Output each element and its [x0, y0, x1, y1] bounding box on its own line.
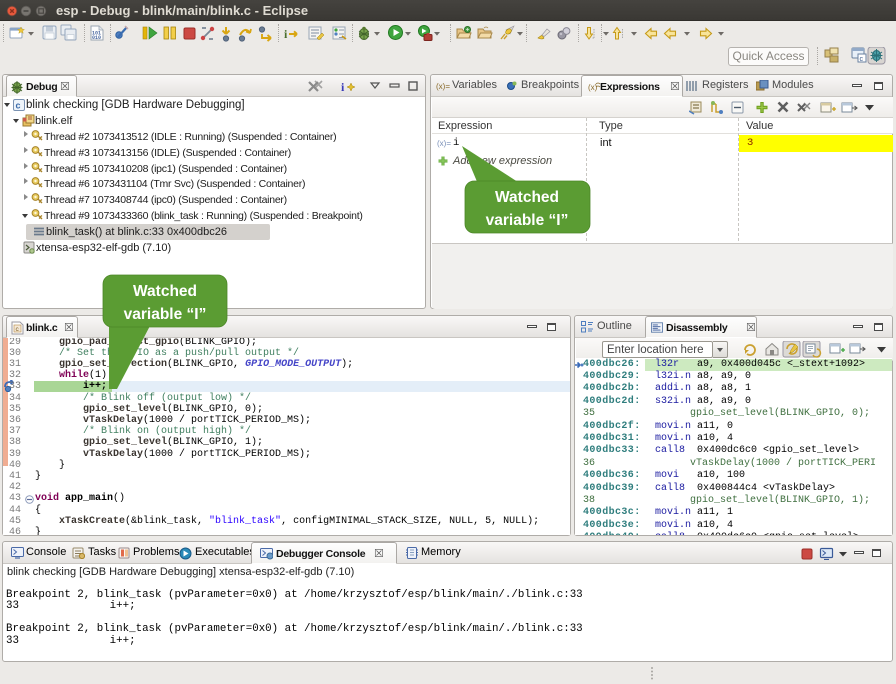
svg-text:i: i [284, 27, 288, 41]
svg-text:(x): (x) [588, 83, 598, 92]
svg-text:Watched: Watched [495, 189, 559, 206]
svg-text:(x)=: (x)= [436, 82, 450, 91]
svg-text:i: i [341, 80, 345, 94]
svg-text:c: c [16, 101, 21, 111]
svg-text:Watched: Watched [133, 283, 197, 300]
svg-text:c: c [860, 56, 864, 63]
svg-text:(x)=: (x)= [437, 139, 451, 148]
svg-text:variable “I”: variable “I” [486, 212, 569, 229]
svg-text:variable “I”: variable “I” [124, 306, 207, 323]
svg-text:010: 010 [92, 35, 101, 41]
